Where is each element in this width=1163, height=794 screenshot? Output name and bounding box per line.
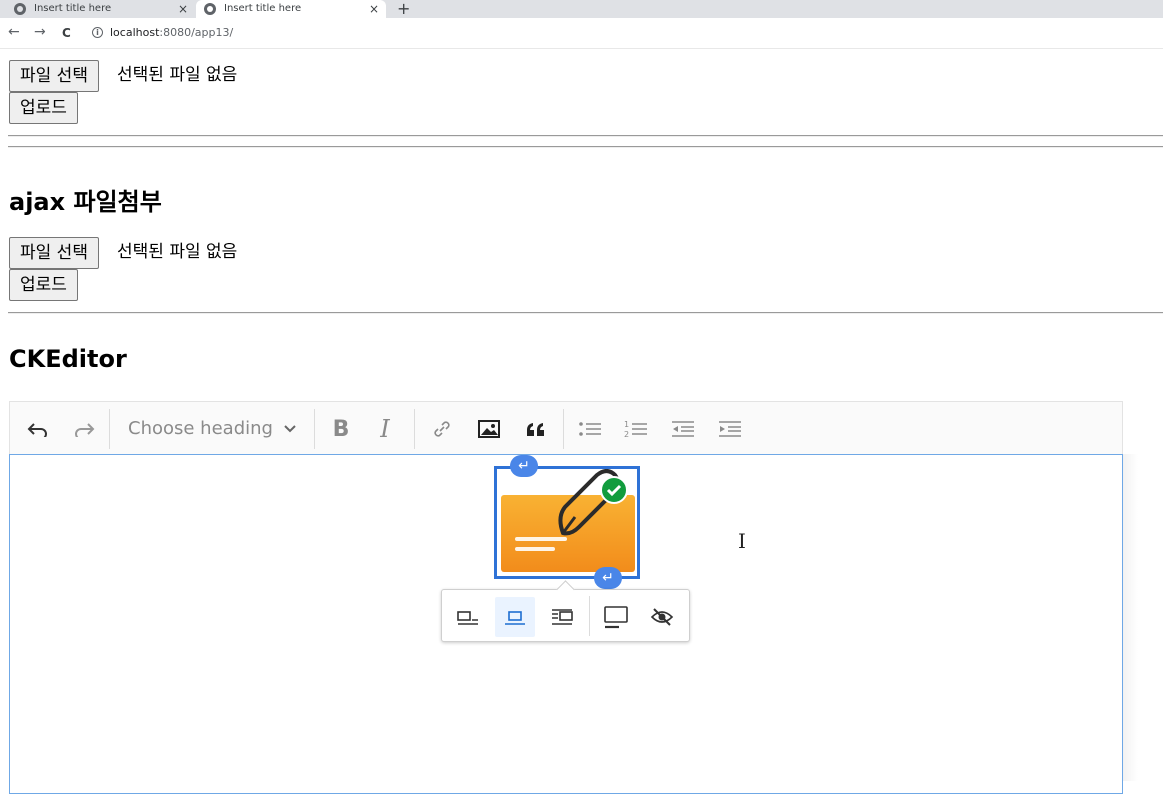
numbered-list-icon[interactable]: 12 (622, 415, 650, 443)
editor-heading: CKEditor (9, 345, 127, 373)
svg-text:1: 1 (624, 420, 629, 429)
indent-icon[interactable] (716, 415, 744, 443)
toolbar-separator (563, 409, 564, 449)
ajax-upload-button[interactable]: 업로드 (9, 269, 78, 301)
browser-tab-active[interactable]: Insert title here × (196, 0, 386, 18)
envelope-line (515, 547, 555, 551)
address-bar: ← → C i localhost:8080/app13/ (0, 18, 1163, 49)
insert-paragraph-after-icon[interactable]: ↵ (594, 567, 622, 589)
editor-toolbar: Choose heading B I 12 (9, 401, 1123, 454)
ajax-choose-file-button[interactable]: 파일 선택 (9, 237, 99, 269)
forward-button[interactable]: → (34, 24, 46, 40)
toolbar-separator (414, 409, 415, 449)
italic-icon[interactable]: I (373, 415, 397, 443)
divider (8, 135, 1163, 137)
undo-icon[interactable] (24, 415, 52, 443)
blockquote-icon[interactable] (522, 415, 550, 443)
text-cursor-icon: I (738, 529, 746, 553)
toolbar-separator (589, 596, 590, 636)
reload-button[interactable]: C (62, 26, 71, 40)
tab-title: Insert title here (34, 3, 112, 14)
chevron-down-icon[interactable] (283, 415, 297, 443)
url-host: localhost (110, 26, 160, 39)
browser-tab[interactable]: Insert title here × (14, 0, 194, 18)
insert-paragraph-before-icon[interactable]: ↵ (510, 455, 538, 477)
toolbar-separator (314, 409, 315, 449)
align-left-icon[interactable] (448, 597, 488, 637)
caption-icon[interactable] (596, 597, 636, 637)
close-tab-icon[interactable]: × (178, 0, 188, 18)
image-toolbar (441, 589, 690, 642)
new-tab-button[interactable]: + (397, 0, 410, 18)
check-badge-icon (600, 476, 628, 504)
globe-icon (204, 3, 216, 15)
divider (8, 146, 1163, 148)
image-icon[interactable] (475, 415, 503, 443)
svg-text:2: 2 (624, 430, 629, 439)
editor-shadow (1123, 454, 1138, 781)
ajax-heading: ajax 파일첨부 (9, 188, 162, 216)
choose-file-button[interactable]: 파일 선택 (9, 60, 99, 92)
bulleted-list-icon[interactable] (576, 415, 604, 443)
heading-dropdown[interactable]: Choose heading (128, 415, 273, 443)
toolbar-separator (109, 409, 110, 449)
close-tab-icon[interactable]: × (369, 0, 379, 18)
url-field[interactable]: localhost:8080/app13/ (110, 26, 233, 39)
ajax-no-file-text: 선택된 파일 없음 (117, 242, 238, 262)
upload-button[interactable]: 업로드 (9, 92, 78, 124)
link-icon[interactable] (428, 415, 456, 443)
globe-icon (14, 3, 26, 15)
site-info-icon[interactable]: i (92, 27, 103, 38)
url-path: :8080/app13/ (159, 26, 234, 39)
outdent-icon[interactable] (669, 415, 697, 443)
align-right-icon[interactable] (542, 597, 582, 637)
back-button[interactable]: ← (8, 24, 20, 40)
hide-icon[interactable] (642, 597, 682, 637)
redo-icon[interactable] (70, 415, 98, 443)
tab-title: Insert title here (224, 3, 302, 14)
divider (8, 312, 1163, 314)
no-file-text: 선택된 파일 없음 (117, 65, 238, 85)
bold-icon[interactable]: B (328, 415, 354, 443)
align-center-icon[interactable] (495, 597, 535, 637)
tab-strip: Insert title here × Insert title here × … (0, 0, 1163, 18)
